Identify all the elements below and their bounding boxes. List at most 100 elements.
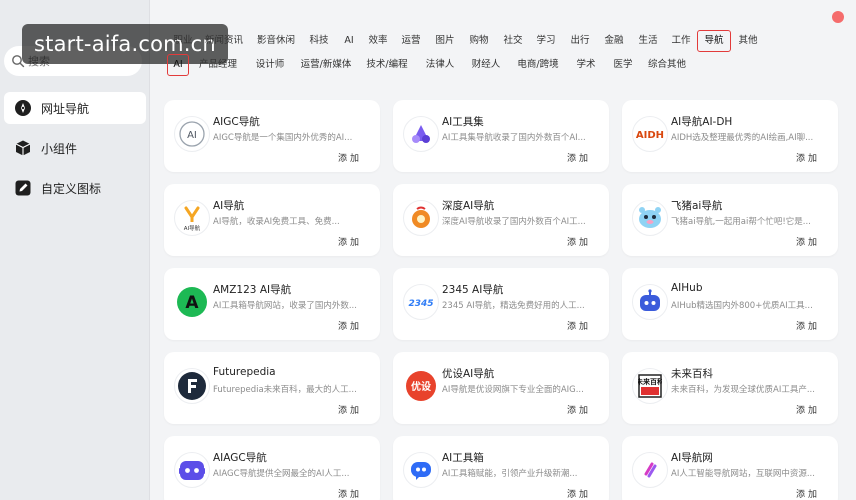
add-button[interactable]: 添加	[338, 235, 362, 248]
site-card[interactable]: AI工具箱 AI工具箱赋能，引领产业升级新潮... 添加	[393, 436, 609, 500]
add-button[interactable]: 添加	[338, 403, 362, 416]
tab-work[interactable]: 工作	[668, 30, 694, 52]
tab-navigation[interactable]: 导航	[697, 30, 731, 52]
tab-sub-academic[interactable]: 学术	[574, 54, 598, 76]
site-card[interactable]: AI工具集 AI工具集导航收录了国内外数百个AI... 添加	[393, 100, 609, 172]
feizhu-logo-icon	[632, 200, 668, 236]
tab-career[interactable]: 职业	[170, 30, 196, 52]
card-title: AI导航	[213, 200, 245, 212]
tab-sub-legal[interactable]: 法律人	[424, 54, 456, 76]
add-button[interactable]: 添加	[338, 319, 362, 332]
tab-row-secondary: AI 产品经理 设计师 运营/新媒体 技术/编程 法律人 财经人 电商/跨境 学…	[162, 54, 762, 76]
card-desc: AIGC导航是一个集国内外优秀的AI...	[213, 133, 353, 143]
sidebar-item-label: 自定义图标	[41, 181, 102, 196]
add-button[interactable]: 添加	[796, 487, 820, 500]
card-desc: 未来百科，为发现全球优质AI工具产...	[671, 385, 815, 395]
site-card[interactable]: 深度AI导航 深度AI导航收录了国内外数百个AI工... 添加	[393, 184, 609, 256]
card-title: 飞猪ai导航	[671, 200, 723, 212]
card-desc: 飞猪ai导航,一起用ai帮个忙吧!它是...	[671, 217, 811, 227]
card-title: AI导航AI-DH	[671, 116, 733, 128]
amz123-logo-text: A	[185, 293, 199, 313]
card-title: 深度AI导航	[442, 200, 495, 212]
add-button[interactable]: 添加	[338, 151, 362, 164]
sidebar-item-web-nav[interactable]: 网址导航	[4, 92, 146, 124]
site-card[interactable]: AIAGC导航 AIAGC导航提供全网最全的AI人工... 添加	[164, 436, 380, 500]
add-button[interactable]: 添加	[796, 151, 820, 164]
sidebar-item-label: 网址导航	[41, 101, 90, 116]
tab-life[interactable]: 生活	[635, 30, 661, 52]
tab-row-primary: 职业 新闻资讯 影音休闲 科技 AI 效率 运营 图片 购物 社交 学习 出行 …	[162, 30, 762, 52]
site-card[interactable]: 未来百科 未来百科 未来百科，为发现全球优质AI工具产... 添加	[622, 352, 838, 424]
card-title: 未来百科	[671, 368, 713, 380]
aihub-logo-icon	[632, 284, 668, 320]
tab-travel[interactable]: 出行	[567, 30, 593, 52]
tab-shopping[interactable]: 购物	[466, 30, 492, 52]
ai-nav-logo-icon: AI导航	[174, 200, 210, 236]
ai-nav-logo-text: AI导航	[184, 224, 201, 232]
site-card[interactable]: 飞猪ai导航 飞猪ai导航,一起用ai帮个忙吧!它是... 添加	[622, 184, 838, 256]
card-desc: AI工具集导航收录了国内外数百个AI...	[442, 133, 586, 143]
tab-news[interactable]: 新闻资讯	[202, 30, 246, 52]
add-button[interactable]: 添加	[567, 151, 591, 164]
add-button[interactable]: 添加	[338, 487, 362, 500]
site-card[interactable]: A AMZ123 AI导航 AI工具箱导航网站，收录了国内外数... 添加	[164, 268, 380, 340]
card-desc: 2345 AI导航，精选免费好用的人工...	[442, 301, 585, 311]
site-card[interactable]: Futurepedia Futurepedia未来百科，最大的人工... 添加	[164, 352, 380, 424]
youshe-logo-text: 优设	[411, 380, 431, 393]
main-content: 职业 新闻资讯 影音休闲 科技 AI 效率 运营 图片 购物 社交 学习 出行 …	[150, 0, 856, 500]
tab-ai[interactable]: AI	[340, 30, 358, 52]
tab-social[interactable]: 社交	[500, 30, 526, 52]
sidebar-item-custom-icons[interactable]: 自定义图标	[4, 172, 146, 204]
tab-sub-new-media[interactable]: 运营/新媒体	[300, 54, 352, 76]
ai-toolbox-logo-icon	[403, 452, 439, 488]
tab-sub-product-manager[interactable]: 产品经理	[198, 54, 238, 76]
tab-sub-designer[interactable]: 设计师	[254, 54, 286, 76]
tab-sub-ecommerce[interactable]: 电商/跨境	[516, 54, 560, 76]
aidh-logo-text: AIDH	[636, 130, 664, 141]
site-card[interactable]: AIHub AIHub精选国内外800+优质AI工具... 添加	[622, 268, 838, 340]
aidh-logo-icon: AIDH	[632, 116, 668, 152]
tab-study[interactable]: 学习	[533, 30, 559, 52]
ai-nav-net-logo-icon	[632, 452, 668, 488]
tab-sub-medical[interactable]: 医学	[611, 54, 635, 76]
aiagc-logo-icon	[174, 452, 210, 488]
add-button[interactable]: 添加	[567, 235, 591, 248]
sidebar-item-widgets[interactable]: 小组件	[4, 132, 146, 164]
site-card[interactable]: AI导航网 AI人工智能导航网站，互联网中资源... 添加	[622, 436, 838, 500]
sidebar-nav: 网址导航 小组件 自定义图标	[0, 92, 150, 212]
tab-finance[interactable]: 金融	[601, 30, 627, 52]
site-card[interactable]: 优设 优设AI导航 AI导航是优设网旗下专业全面的AIG... 添加	[393, 352, 609, 424]
card-title: AI工具集	[442, 116, 484, 128]
sidebar: start-aifa.com.cn 网址导航 小组件 自定义图标	[0, 0, 228, 500]
site-card[interactable]: AI导航 AI导航 AI导航，收录AI免费工具、免费... 添加	[164, 184, 380, 256]
tab-operations[interactable]: 运营	[398, 30, 424, 52]
add-button[interactable]: 添加	[796, 319, 820, 332]
tab-efficiency[interactable]: 效率	[365, 30, 391, 52]
close-button[interactable]	[832, 11, 844, 23]
tab-entertainment[interactable]: 影音休闲	[254, 30, 298, 52]
aigc-logo-text: AI	[187, 130, 197, 141]
category-tabs: 职业 新闻资讯 影音休闲 科技 AI 效率 运营 图片 购物 社交 学习 出行 …	[162, 30, 762, 76]
site-card[interactable]: AIDH AI导航AI-DH AIDH选及整理最优秀的AI绘画,AI聊... 添…	[622, 100, 838, 172]
tab-sub-economics[interactable]: 财经人	[470, 54, 502, 76]
add-button[interactable]: 添加	[567, 403, 591, 416]
add-button[interactable]: 添加	[796, 235, 820, 248]
card-desc: 深度AI导航收录了国内外数百个AI工...	[442, 217, 586, 227]
tab-tech[interactable]: 科技	[306, 30, 332, 52]
tab-sub-misc[interactable]: 综合其他	[646, 54, 688, 76]
card-title: AI导航网	[671, 452, 713, 464]
deep-ai-logo-icon	[403, 200, 439, 236]
tab-sub-ai[interactable]: AI	[167, 54, 189, 76]
card-desc: AIDH选及整理最优秀的AI绘画,AI聊...	[671, 133, 814, 143]
card-desc: Futurepedia未来百科，最大的人工...	[213, 385, 357, 395]
2345-logo-icon: 2345	[403, 284, 439, 320]
tab-other[interactable]: 其他	[735, 30, 761, 52]
add-button[interactable]: 添加	[796, 403, 820, 416]
tab-sub-programming[interactable]: 技术/编程	[366, 54, 408, 76]
card-title: AIGC导航	[213, 116, 260, 128]
add-button[interactable]: 添加	[567, 319, 591, 332]
tab-images[interactable]: 图片	[432, 30, 458, 52]
site-card[interactable]: AI AIGC导航 AIGC导航是一个集国内外优秀的AI... 添加	[164, 100, 380, 172]
add-button[interactable]: 添加	[567, 487, 591, 500]
site-card[interactable]: 2345 2345 AI导航 2345 AI导航，精选免费好用的人工... 添加	[393, 268, 609, 340]
